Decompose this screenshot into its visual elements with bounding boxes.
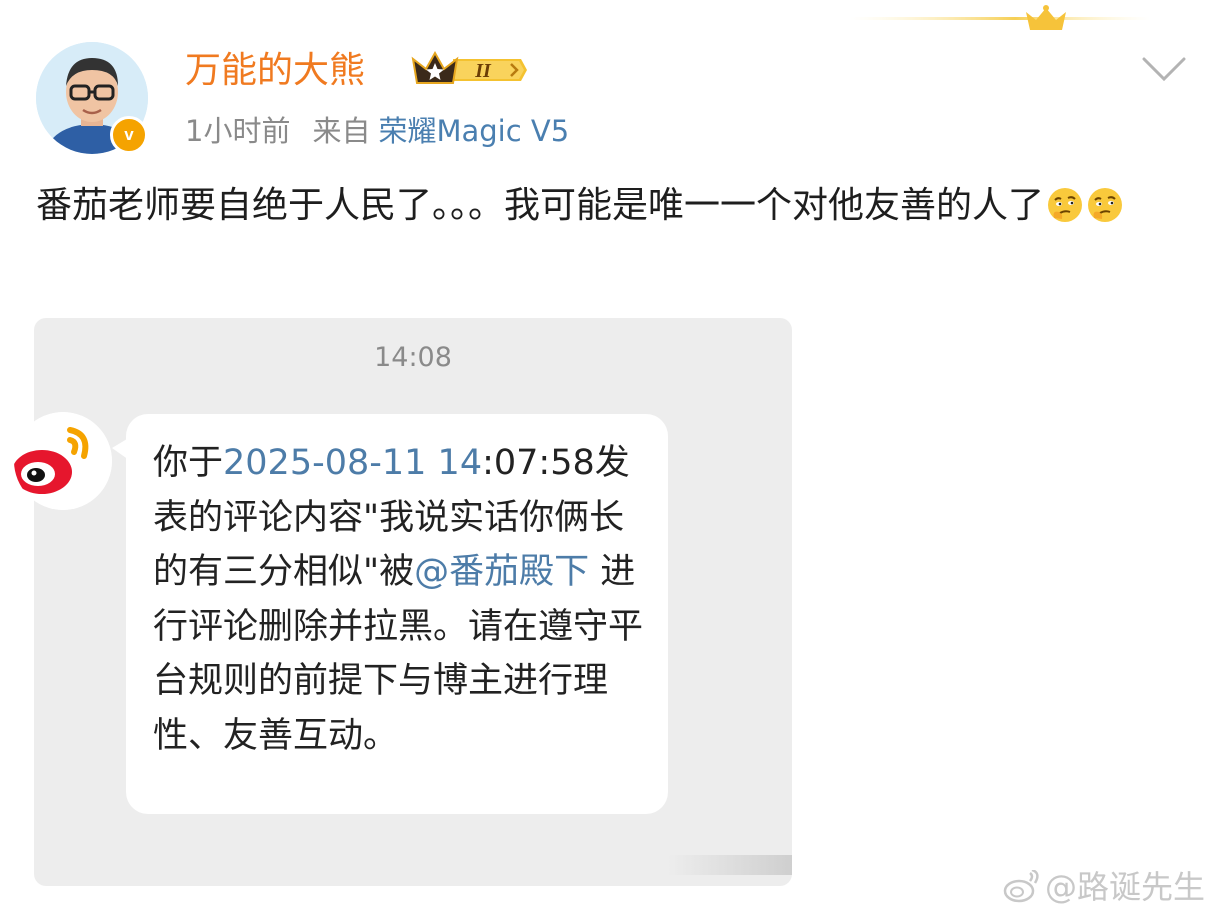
post-body: 番茄老师要自绝于人民了。。。我可能是唯一一个对他友善的人了 bbox=[36, 185, 1045, 226]
scroll-fade-bar bbox=[668, 855, 792, 875]
weibo-watermark-icon bbox=[1003, 870, 1039, 903]
message-date-link[interactable]: 2025-08-11 14 bbox=[223, 443, 482, 483]
post-text: 番茄老师要自绝于人民了。。。我可能是唯一一个对他友善的人了 bbox=[36, 180, 1186, 232]
post-time: 1小时前 bbox=[185, 114, 291, 148]
username[interactable]: 万能的大熊 bbox=[185, 46, 365, 96]
chevron-down-icon[interactable] bbox=[1141, 55, 1187, 83]
watermark: @路诞先生 bbox=[1045, 868, 1206, 906]
weibo-logo-icon bbox=[14, 412, 112, 510]
message-part-1: 你于 bbox=[153, 443, 224, 483]
thinking-face-emoji-icon bbox=[1048, 188, 1083, 222]
post-device-link[interactable]: 荣耀Magic V5 bbox=[378, 114, 569, 148]
post-meta: 1小时前 来自 荣耀Magic V5 bbox=[185, 110, 569, 152]
thinking-face-emoji-icon bbox=[1088, 188, 1123, 222]
crown-ribbon-icon bbox=[850, 5, 1150, 30]
verified-badge: v bbox=[110, 116, 148, 154]
member-level-badge[interactable]: II bbox=[411, 49, 527, 91]
level-badge-text: II bbox=[474, 60, 492, 82]
verified-badge-label: v bbox=[124, 125, 134, 144]
message-text: 你于2025-08-11 14:07:58发表的评论内容"我说实话你俩长的有三分… bbox=[153, 436, 653, 763]
mention-link[interactable]: @番茄殿下 bbox=[414, 552, 589, 592]
chat-timestamp: 14:08 bbox=[374, 342, 452, 373]
post-source-label: 来自 bbox=[312, 114, 371, 148]
